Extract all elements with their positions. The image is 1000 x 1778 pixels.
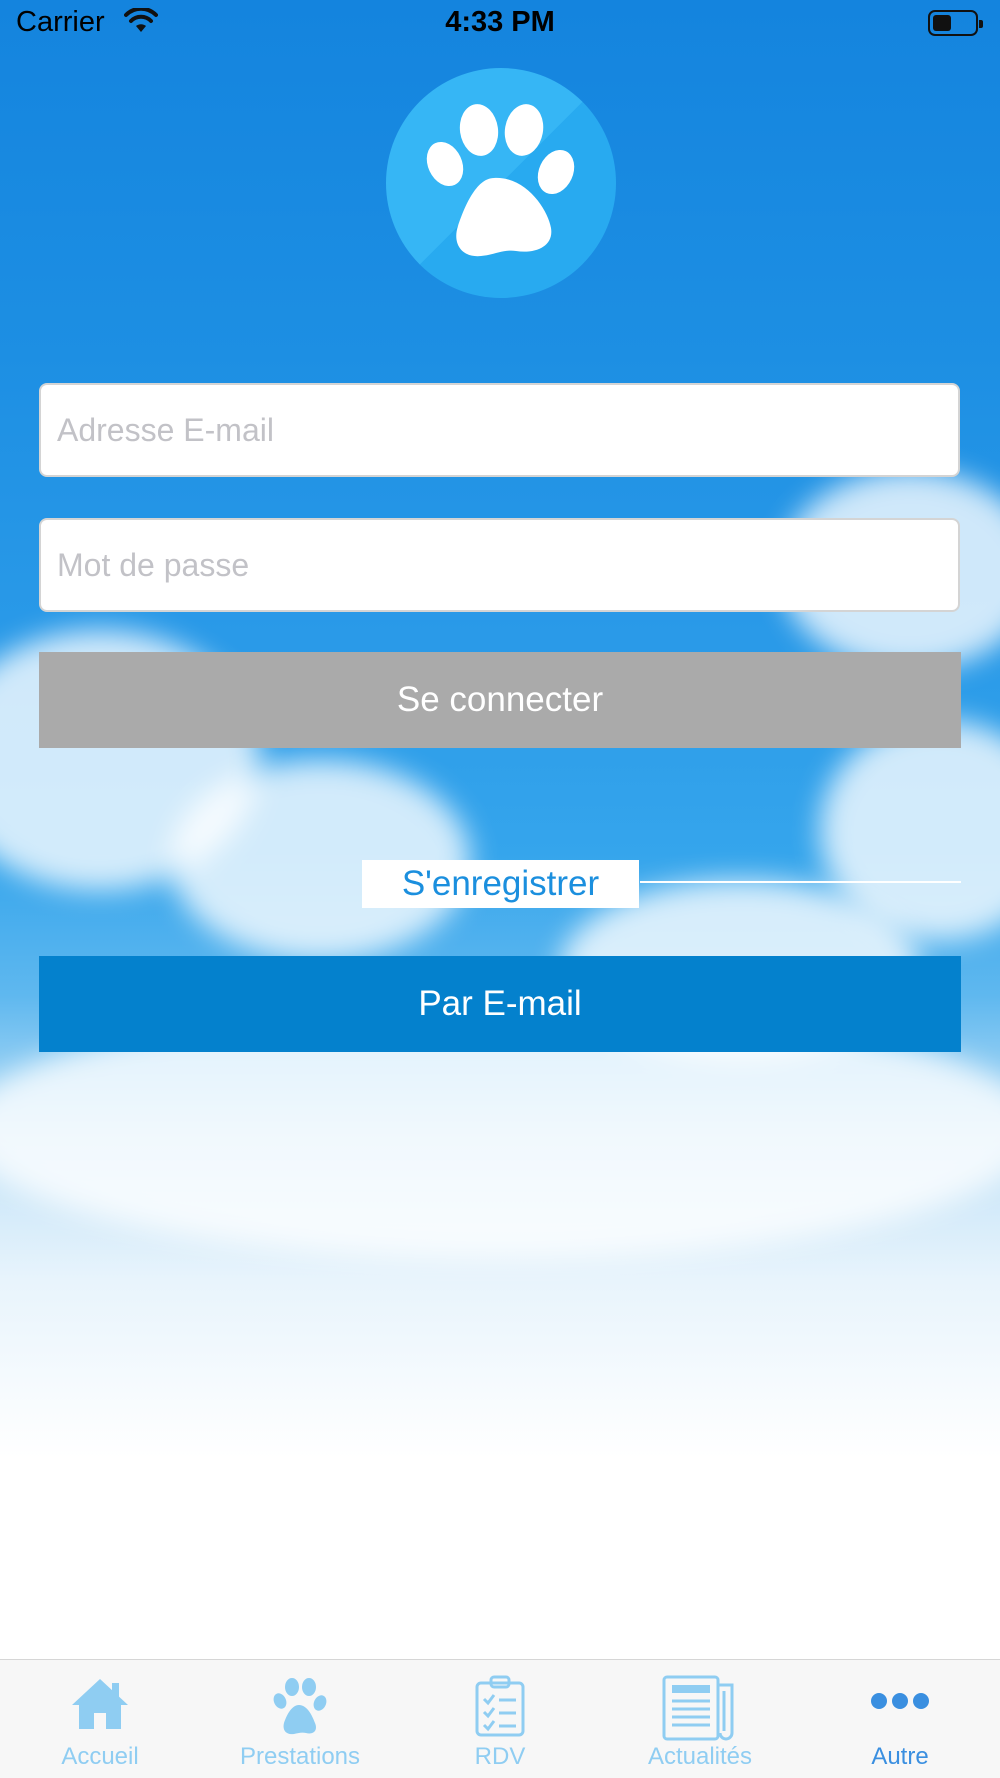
- status-bar: Carrier 4:33 PM: [0, 0, 1000, 50]
- login-button[interactable]: Se connecter: [39, 652, 961, 748]
- tab-prestations[interactable]: Prestations: [200, 1660, 400, 1778]
- status-time: 4:33 PM: [445, 6, 555, 38]
- register-heading: S'enregistrer: [362, 860, 639, 908]
- paw-logo: [386, 68, 616, 298]
- tab-rdv[interactable]: RDV: [400, 1660, 600, 1778]
- tab-label: Accueil: [61, 1743, 139, 1770]
- register-divider: [640, 881, 961, 883]
- more-dots-icon: [871, 1693, 929, 1709]
- tab-label: Autre: [871, 1743, 929, 1770]
- register-by-email-label: Par E-mail: [418, 984, 582, 1023]
- newspaper-icon: [662, 1675, 734, 1741]
- home-icon: [72, 1679, 128, 1729]
- email-field[interactable]: [39, 383, 960, 477]
- login-screen: Carrier 4:33 PM Se connecter S'enregistr…: [0, 0, 1000, 1778]
- login-button-label: Se connecter: [396, 680, 604, 719]
- tab-label: Actualités: [647, 1743, 753, 1770]
- tab-label: Prestations: [239, 1743, 361, 1770]
- tab-bar: Accueil Prestations RDV Actualités Autre: [0, 1659, 1000, 1778]
- password-field[interactable]: [39, 518, 960, 612]
- tab-accueil[interactable]: Accueil: [0, 1660, 200, 1778]
- clipboard-checklist-icon: [475, 1675, 525, 1737]
- tab-autre[interactable]: Autre: [800, 1660, 1000, 1778]
- tab-label: RDV: [474, 1743, 526, 1770]
- tab-actualites[interactable]: Actualités: [600, 1660, 800, 1778]
- battery-icon: [928, 10, 983, 36]
- paw-icon: [273, 1678, 327, 1735]
- paw-icon: [426, 104, 575, 257]
- register-by-email-button[interactable]: Par E-mail: [39, 956, 961, 1052]
